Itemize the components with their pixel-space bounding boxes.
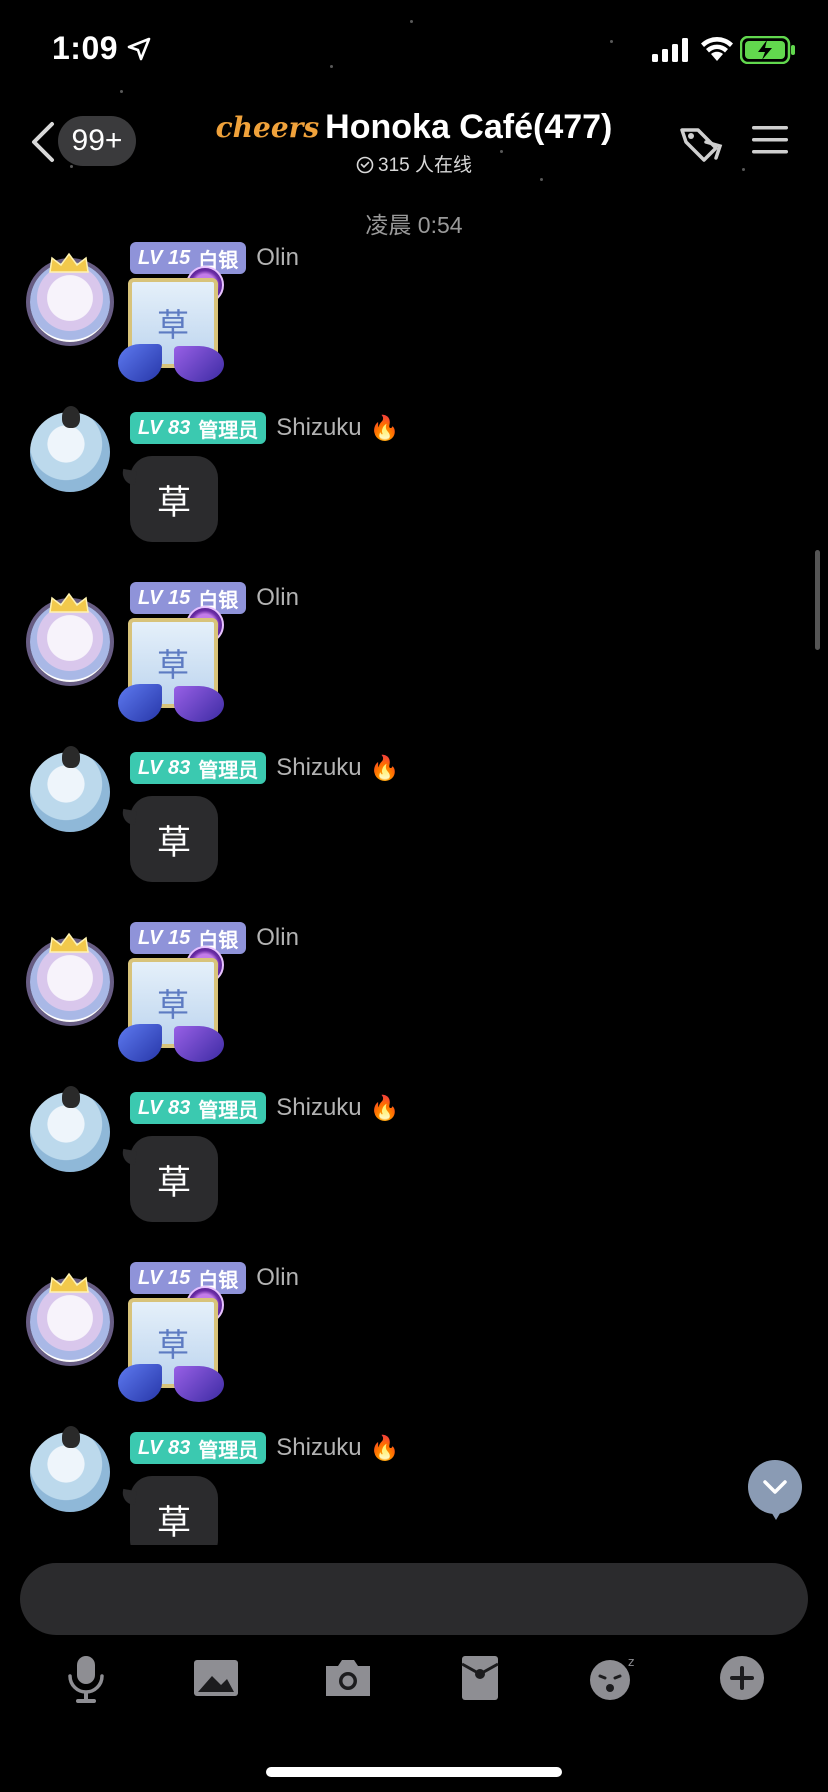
- cheers-logo: cheers: [215, 111, 320, 144]
- microphone-icon[interactable]: [58, 1650, 114, 1706]
- menu-hamburger-icon[interactable]: [750, 122, 790, 158]
- message-bubble[interactable]: 草: [130, 1136, 218, 1222]
- message-bubble[interactable]: 草: [130, 456, 218, 542]
- chat-message-list[interactable]: 凌晨 0:54 LV 15 白银 Olin 草 LV 83 管理员 Shizuku …: [0, 190, 828, 1545]
- image-icon[interactable]: [188, 1650, 244, 1706]
- username[interactable]: Shizuku: [276, 1094, 361, 1122]
- tag-link-icon[interactable]: [676, 120, 726, 164]
- username[interactable]: Olin: [256, 244, 299, 272]
- level-badge: LV 83 管理员: [130, 752, 267, 784]
- username[interactable]: Olin: [256, 1264, 299, 1292]
- location-arrow-icon: [127, 37, 151, 61]
- sticker-feather: [118, 1024, 162, 1062]
- scrollbar-thumb[interactable]: [815, 550, 820, 650]
- avatar-shizuku[interactable]: [30, 1086, 110, 1172]
- chat-header: 99+ cheers Honoka Café(477) 315 人在线: [0, 100, 828, 190]
- fire-icon: 🔥: [369, 414, 400, 442]
- fire-icon: 🔥: [369, 1094, 400, 1122]
- message-bubble[interactable]: 草: [130, 796, 218, 882]
- plus-icon[interactable]: [714, 1650, 770, 1706]
- sticker-feather: [118, 344, 162, 382]
- avatar-shizuku[interactable]: [30, 406, 110, 492]
- sticker-icon[interactable]: z: [584, 1650, 640, 1706]
- chat-timestamp: 凌晨 0:54: [365, 212, 463, 238]
- sticker-feather: [174, 1366, 224, 1402]
- message-item: LV 83 管理员 Shizuku 🔥 草: [0, 1426, 828, 1545]
- crown-icon: [49, 1272, 89, 1293]
- cellular-signal-icon: [652, 38, 688, 62]
- sticker-feather: [174, 1026, 224, 1062]
- group-title: Honoka Café(477): [325, 108, 613, 146]
- username[interactable]: Shizuku: [276, 754, 361, 782]
- sticker-feather: [118, 684, 162, 722]
- wifi-icon: [701, 37, 733, 61]
- crown-icon: [49, 592, 89, 613]
- battery-charging-icon: [740, 36, 795, 64]
- sticker-message[interactable]: 草: [118, 266, 238, 386]
- fire-icon: 🔥: [369, 754, 400, 782]
- avatar-olin[interactable]: [30, 262, 110, 342]
- online-count-text: 315 人在线: [378, 155, 472, 176]
- avatar-olin[interactable]: [30, 942, 110, 1022]
- camera-icon[interactable]: [320, 1650, 376, 1706]
- online-smile-icon: [356, 156, 374, 174]
- avatar-shizuku[interactable]: [30, 1426, 110, 1512]
- username[interactable]: Olin: [256, 584, 299, 612]
- input-toolbar: z: [0, 1650, 828, 1710]
- sticker-message[interactable]: 草: [118, 1286, 238, 1406]
- red-packet-icon[interactable]: [452, 1650, 508, 1706]
- status-bar: 1:09: [0, 0, 828, 100]
- fire-icon: 🔥: [369, 1434, 400, 1462]
- message-header: LV 83 管理员 Shizuku 🔥: [130, 752, 400, 784]
- sticker-message[interactable]: 草: [118, 946, 238, 1066]
- chevron-down-icon: [763, 1480, 787, 1494]
- username[interactable]: Shizuku: [276, 1434, 361, 1462]
- level-badge: LV 83 管理员: [130, 1092, 267, 1124]
- svg-text:z: z: [628, 1655, 634, 1669]
- sticker-message[interactable]: 草: [118, 606, 238, 726]
- status-time: 1:09: [52, 30, 119, 66]
- level-badge: LV 83 管理员: [130, 1432, 267, 1464]
- home-indicator[interactable]: [266, 1767, 562, 1777]
- username[interactable]: Shizuku: [276, 414, 361, 442]
- message-bubble[interactable]: 草: [130, 1476, 218, 1545]
- avatar-olin[interactable]: [30, 602, 110, 682]
- level-badge: LV 83 管理员: [130, 412, 267, 444]
- avatar-olin[interactable]: [30, 1282, 110, 1362]
- scroll-to-bottom-button[interactable]: [748, 1460, 802, 1514]
- crown-icon: [49, 252, 89, 273]
- message-input[interactable]: [20, 1563, 808, 1635]
- sticker-feather: [118, 1364, 162, 1402]
- message-header: LV 83 管理员 Shizuku 🔥: [130, 412, 400, 444]
- sticker-feather: [174, 346, 224, 382]
- message-header: LV 83 管理员 Shizuku 🔥: [130, 1432, 400, 1464]
- username[interactable]: Olin: [256, 924, 299, 952]
- avatar-shizuku[interactable]: [30, 746, 110, 832]
- sticker-feather: [174, 686, 224, 722]
- crown-icon: [49, 932, 89, 953]
- message-header: LV 83 管理员 Shizuku 🔥: [130, 1092, 400, 1124]
